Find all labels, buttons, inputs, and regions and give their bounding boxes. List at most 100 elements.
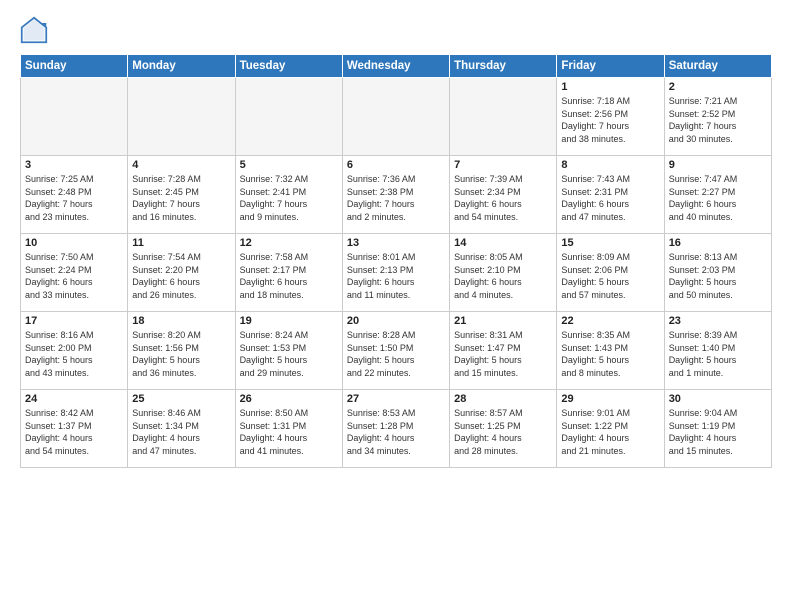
day-number: 2 <box>669 81 767 93</box>
day-number: 4 <box>132 159 230 171</box>
day-cell: 1 Sunrise: 7:18 AM Sunset: 2:56 PM Daylig… <box>557 78 664 156</box>
day-info: Sunrise: 8:57 AM Sunset: 1:25 PM Dayligh… <box>454 407 552 457</box>
day-info: Sunrise: 7:58 AM Sunset: 2:17 PM Dayligh… <box>240 251 338 301</box>
day-number: 29 <box>561 393 659 405</box>
calendar-header-row: SundayMondayTuesdayWednesdayThursdayFrid… <box>21 55 772 78</box>
day-cell: 17 Sunrise: 8:16 AM Sunset: 2:00 PM Dayli… <box>21 312 128 390</box>
day-info: Sunrise: 7:47 AM Sunset: 2:27 PM Dayligh… <box>669 173 767 223</box>
day-number: 11 <box>132 237 230 249</box>
day-info: Sunrise: 7:28 AM Sunset: 2:45 PM Dayligh… <box>132 173 230 223</box>
day-cell: 30 Sunrise: 9:04 AM Sunset: 1:19 PM Dayli… <box>664 390 771 468</box>
header <box>20 16 772 44</box>
col-header-friday: Friday <box>557 55 664 78</box>
day-number: 3 <box>25 159 123 171</box>
day-info: Sunrise: 8:42 AM Sunset: 1:37 PM Dayligh… <box>25 407 123 457</box>
day-info: Sunrise: 8:50 AM Sunset: 1:31 PM Dayligh… <box>240 407 338 457</box>
day-cell: 28 Sunrise: 8:57 AM Sunset: 1:25 PM Dayli… <box>450 390 557 468</box>
day-number: 5 <box>240 159 338 171</box>
day-cell: 3 Sunrise: 7:25 AM Sunset: 2:48 PM Daylig… <box>21 156 128 234</box>
day-number: 26 <box>240 393 338 405</box>
day-number: 25 <box>132 393 230 405</box>
day-cell: 5 Sunrise: 7:32 AM Sunset: 2:41 PM Daylig… <box>235 156 342 234</box>
day-info: Sunrise: 8:20 AM Sunset: 1:56 PM Dayligh… <box>132 329 230 379</box>
week-row-2: 3 Sunrise: 7:25 AM Sunset: 2:48 PM Daylig… <box>21 156 772 234</box>
day-info: Sunrise: 7:36 AM Sunset: 2:38 PM Dayligh… <box>347 173 445 223</box>
day-cell: 26 Sunrise: 8:50 AM Sunset: 1:31 PM Dayli… <box>235 390 342 468</box>
day-info: Sunrise: 7:18 AM Sunset: 2:56 PM Dayligh… <box>561 95 659 145</box>
day-info: Sunrise: 8:53 AM Sunset: 1:28 PM Dayligh… <box>347 407 445 457</box>
day-cell: 20Sunrise: 8:28 AM Sunset: 1:50 PM Dayli… <box>342 312 449 390</box>
day-cell: 14 Sunrise: 8:05 AM Sunset: 2:10 PM Dayli… <box>450 234 557 312</box>
day-number: 17 <box>25 315 123 327</box>
day-number: 22 <box>561 315 659 327</box>
day-cell: 27 Sunrise: 8:53 AM Sunset: 1:28 PM Dayli… <box>342 390 449 468</box>
day-cell <box>128 78 235 156</box>
day-number: 1 <box>561 81 659 93</box>
day-info: Sunrise: 7:43 AM Sunset: 2:31 PM Dayligh… <box>561 173 659 223</box>
day-cell: 18 Sunrise: 8:20 AM Sunset: 1:56 PM Dayli… <box>128 312 235 390</box>
col-header-tuesday: Tuesday <box>235 55 342 78</box>
day-info: Sunrise: 7:21 AM Sunset: 2:52 PM Dayligh… <box>669 95 767 145</box>
day-info: Sunrise: 8:01 AM Sunset: 2:13 PM Dayligh… <box>347 251 445 301</box>
day-info: Sunrise: 8:16 AM Sunset: 2:00 PM Dayligh… <box>25 329 123 379</box>
week-row-4: 17 Sunrise: 8:16 AM Sunset: 2:00 PM Dayli… <box>21 312 772 390</box>
day-number: 8 <box>561 159 659 171</box>
col-header-monday: Monday <box>128 55 235 78</box>
day-info: Sunrise: 9:01 AM Sunset: 1:22 PM Dayligh… <box>561 407 659 457</box>
day-info: Sunrise: 8:05 AM Sunset: 2:10 PM Dayligh… <box>454 251 552 301</box>
day-cell: 13 Sunrise: 8:01 AM Sunset: 2:13 PM Dayli… <box>342 234 449 312</box>
week-row-5: 24 Sunrise: 8:42 AM Sunset: 1:37 PM Dayli… <box>21 390 772 468</box>
day-number: 16 <box>669 237 767 249</box>
day-cell <box>21 78 128 156</box>
day-number: 14 <box>454 237 552 249</box>
day-cell: 11 Sunrise: 7:54 AM Sunset: 2:20 PM Dayli… <box>128 234 235 312</box>
week-row-3: 10 Sunrise: 7:50 AM Sunset: 2:24 PM Dayli… <box>21 234 772 312</box>
day-number: 9 <box>669 159 767 171</box>
day-info: Sunrise: 7:54 AM Sunset: 2:20 PM Dayligh… <box>132 251 230 301</box>
col-header-thursday: Thursday <box>450 55 557 78</box>
col-header-sunday: Sunday <box>21 55 128 78</box>
logo <box>20 16 52 44</box>
day-cell <box>450 78 557 156</box>
day-cell: 29 Sunrise: 9:01 AM Sunset: 1:22 PM Dayli… <box>557 390 664 468</box>
day-number: 18 <box>132 315 230 327</box>
day-number: 19 <box>240 315 338 327</box>
day-info: Sunrise: 8:31 AM Sunset: 1:47 PM Dayligh… <box>454 329 552 379</box>
day-info: Sunrise: 7:50 AM Sunset: 2:24 PM Dayligh… <box>25 251 123 301</box>
logo-icon <box>20 16 48 44</box>
page: SundayMondayTuesdayWednesdayThursdayFrid… <box>0 0 792 480</box>
day-cell: 24 Sunrise: 8:42 AM Sunset: 1:37 PM Dayli… <box>21 390 128 468</box>
day-number: 28 <box>454 393 552 405</box>
day-number: 10 <box>25 237 123 249</box>
day-cell: 16 Sunrise: 8:13 AM Sunset: 2:03 PM Dayli… <box>664 234 771 312</box>
day-number: 21 <box>454 315 552 327</box>
day-info: Sunrise: 8:13 AM Sunset: 2:03 PM Dayligh… <box>669 251 767 301</box>
day-cell: 6Sunrise: 7:36 AM Sunset: 2:38 PM Daylig… <box>342 156 449 234</box>
day-info: Sunrise: 7:39 AM Sunset: 2:34 PM Dayligh… <box>454 173 552 223</box>
day-cell: 10 Sunrise: 7:50 AM Sunset: 2:24 PM Dayli… <box>21 234 128 312</box>
day-cell <box>342 78 449 156</box>
day-info: Sunrise: 8:35 AM Sunset: 1:43 PM Dayligh… <box>561 329 659 379</box>
day-number: 15 <box>561 237 659 249</box>
calendar-table: SundayMondayTuesdayWednesdayThursdayFrid… <box>20 54 772 468</box>
day-cell: 4 Sunrise: 7:28 AM Sunset: 2:45 PM Daylig… <box>128 156 235 234</box>
day-info: Sunrise: 9:04 AM Sunset: 1:19 PM Dayligh… <box>669 407 767 457</box>
day-number: 13 <box>347 237 445 249</box>
day-number: 24 <box>25 393 123 405</box>
day-number: 12 <box>240 237 338 249</box>
day-cell: 12 Sunrise: 7:58 AM Sunset: 2:17 PM Dayli… <box>235 234 342 312</box>
col-header-wednesday: Wednesday <box>342 55 449 78</box>
day-info: Sunrise: 8:46 AM Sunset: 1:34 PM Dayligh… <box>132 407 230 457</box>
day-cell <box>235 78 342 156</box>
col-header-saturday: Saturday <box>664 55 771 78</box>
day-number: 7 <box>454 159 552 171</box>
day-number: 30 <box>669 393 767 405</box>
day-info: Sunrise: 7:32 AM Sunset: 2:41 PM Dayligh… <box>240 173 338 223</box>
day-cell: 15 Sunrise: 8:09 AM Sunset: 2:06 PM Dayli… <box>557 234 664 312</box>
day-info: Sunrise: 8:09 AM Sunset: 2:06 PM Dayligh… <box>561 251 659 301</box>
day-info: Sunrise: 7:25 AM Sunset: 2:48 PM Dayligh… <box>25 173 123 223</box>
day-number: 27 <box>347 393 445 405</box>
day-cell: 9 Sunrise: 7:47 AM Sunset: 2:27 PM Daylig… <box>664 156 771 234</box>
day-cell: 22 Sunrise: 8:35 AM Sunset: 1:43 PM Dayli… <box>557 312 664 390</box>
day-cell: 23Sunrise: 8:39 AM Sunset: 1:40 PM Dayli… <box>664 312 771 390</box>
